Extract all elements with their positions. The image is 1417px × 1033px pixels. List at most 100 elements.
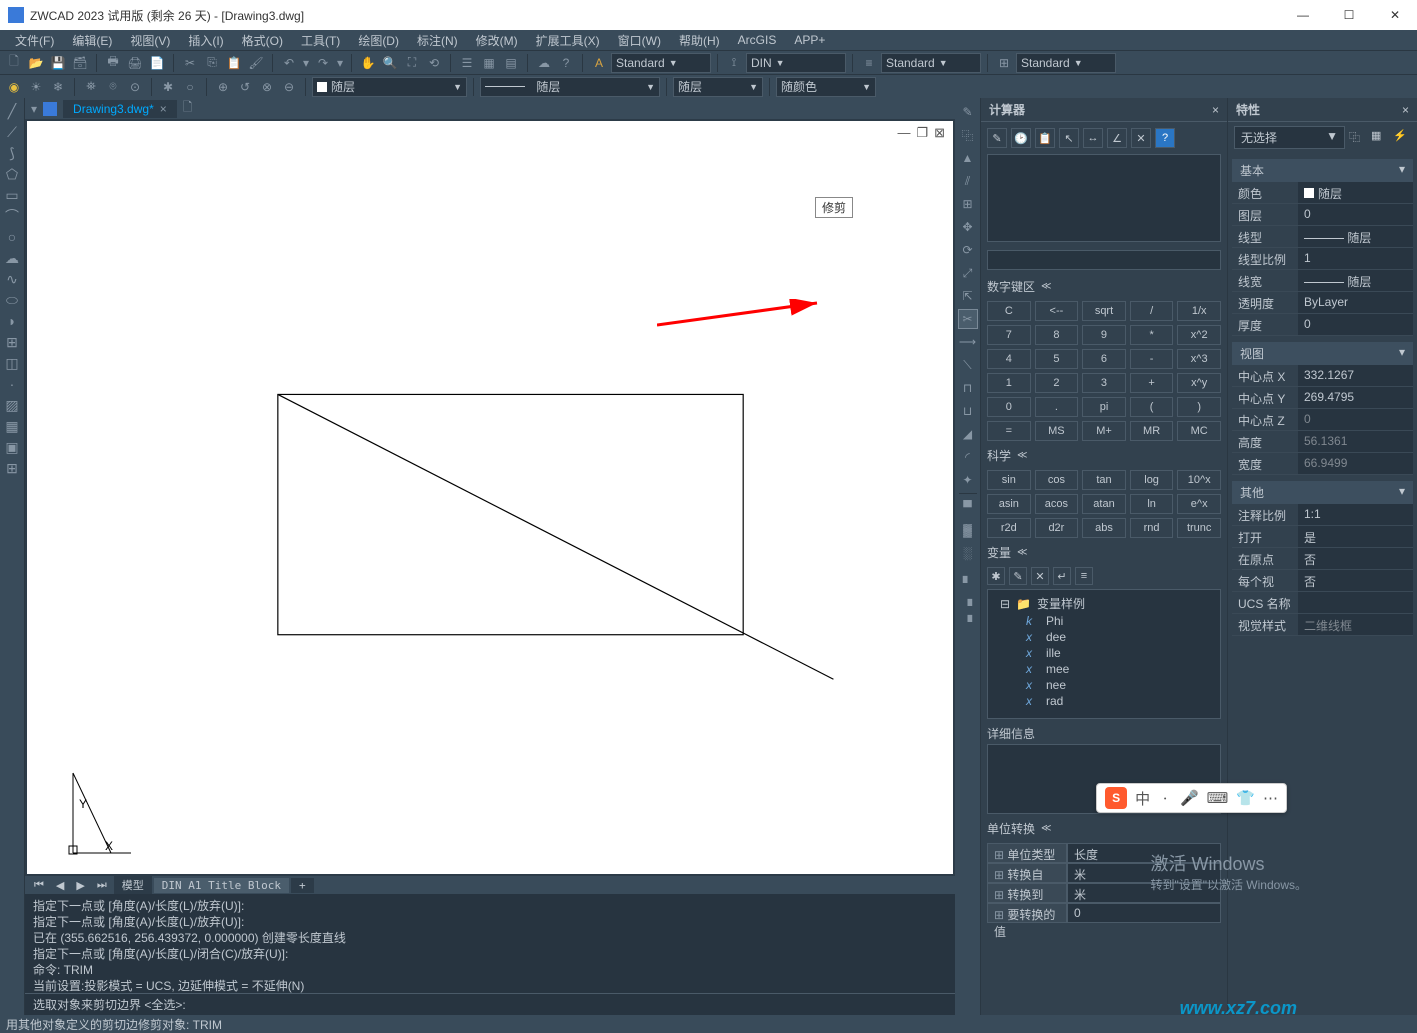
close-tab-icon[interactable]: × xyxy=(160,102,167,116)
key-e^x[interactable]: e^x xyxy=(1177,494,1221,514)
layer-cur-icon[interactable]: ⊗ xyxy=(257,77,277,97)
key-rnd[interactable]: rnd xyxy=(1130,518,1174,538)
prop-row[interactable]: 中心点 Y269.4795 xyxy=(1232,387,1413,409)
doc-tab-drawing3[interactable]: Drawing3.dwg* × xyxy=(63,100,177,118)
prop-row[interactable]: 图层0 xyxy=(1232,204,1413,226)
layout-tab-a1[interactable]: DIN A1 Title Block xyxy=(154,878,289,893)
prop-quick-icon[interactable]: ▦ xyxy=(1371,129,1389,147)
layer-off-icon[interactable]: ○ xyxy=(180,77,200,97)
var-send-icon[interactable]: ↵ xyxy=(1053,567,1071,585)
key-acos[interactable]: acos xyxy=(1035,494,1079,514)
undo-icon[interactable]: ↶ xyxy=(279,53,299,73)
tree-item[interactable]: kPhi xyxy=(992,613,1216,629)
modify-tool-a-icon[interactable]: ▀ xyxy=(958,497,978,517)
calc-getpoint-icon[interactable]: ↖ xyxy=(1059,128,1079,148)
offset-icon[interactable]: ⫽ xyxy=(958,171,978,191)
saveall-icon[interactable]: 🗃 xyxy=(70,53,90,73)
key-abs[interactable]: abs xyxy=(1082,518,1126,538)
menu-tools[interactable]: 工具(T) xyxy=(292,32,349,49)
menu-window[interactable]: 窗口(W) xyxy=(609,32,670,49)
menu-dim[interactable]: 标注(N) xyxy=(408,32,467,49)
var-new-icon[interactable]: ✱ xyxy=(987,567,1005,585)
key-x^2[interactable]: x^2 xyxy=(1177,325,1221,345)
region-icon[interactable]: ▣ xyxy=(2,438,22,456)
prop-row[interactable]: 颜色随层 xyxy=(1232,182,1413,204)
undo-dropdown-icon[interactable]: ▾ xyxy=(301,53,311,73)
key-7[interactable]: 7 xyxy=(987,325,1031,345)
layer-states-icon[interactable]: ☀ xyxy=(26,77,46,97)
mlstyle-dropdown[interactable]: Standard▼ xyxy=(881,53,981,73)
tree-root[interactable]: ⊟📁变量样例 xyxy=(992,594,1216,613)
menu-modify[interactable]: 修改(M) xyxy=(467,32,527,49)
cloud-icon[interactable]: ☁ xyxy=(534,53,554,73)
insert-block-icon[interactable]: ⊞ xyxy=(2,333,22,351)
key-MR[interactable]: MR xyxy=(1130,421,1174,441)
polygon-icon[interactable]: ⬠ xyxy=(2,165,22,183)
hatch-icon[interactable]: ▨ xyxy=(2,396,22,414)
var-tree[interactable]: ⊟📁变量样例 kPhixdeexillexmeexneexrad xyxy=(987,589,1221,719)
menu-view[interactable]: 视图(V) xyxy=(121,32,179,49)
point-icon[interactable]: · xyxy=(2,375,22,393)
help-icon[interactable]: ? xyxy=(556,53,576,73)
drawing-canvas[interactable]: — ❐ ⊠ Y X xyxy=(27,121,953,874)
key-trunc[interactable]: trunc xyxy=(1177,518,1221,538)
prop-row[interactable]: 在原点显...否 xyxy=(1232,548,1413,570)
key-sin[interactable]: sin xyxy=(987,470,1031,490)
make-block-icon[interactable]: ◫ xyxy=(2,354,22,372)
key-M+[interactable]: M+ xyxy=(1082,421,1126,441)
redo-icon[interactable]: ↷ xyxy=(313,53,333,73)
menu-draw[interactable]: 绘图(D) xyxy=(349,32,408,49)
tablestyle-dropdown[interactable]: Standard▼ xyxy=(1016,53,1116,73)
prop-row[interactable]: 线型比例1 xyxy=(1232,248,1413,270)
maximize-button[interactable]: ☐ xyxy=(1335,8,1363,22)
key-d2r[interactable]: d2r xyxy=(1035,518,1079,538)
prop-row[interactable]: 线宽 随层 xyxy=(1232,270,1413,292)
key-1[interactable]: 1 xyxy=(987,373,1031,393)
prop-row[interactable]: 宽度66.9499 xyxy=(1232,453,1413,475)
save-icon[interactable]: 💾 xyxy=(48,53,68,73)
tree-item[interactable]: xmee xyxy=(992,661,1216,677)
layer-copy-icon[interactable]: ⊖ xyxy=(279,77,299,97)
modify-tool-c-icon[interactable]: ░ xyxy=(958,543,978,563)
key-=[interactable]: = xyxy=(987,421,1031,441)
layer-uniso-icon[interactable]: ⊙ xyxy=(125,77,145,97)
copy-icon[interactable]: ⎘ xyxy=(202,53,222,73)
key-sqrt[interactable]: sqrt xyxy=(1082,301,1126,321)
key-2[interactable]: 2 xyxy=(1035,373,1079,393)
menu-express[interactable]: 扩展工具(X) xyxy=(527,32,609,49)
var-header[interactable]: 变量≪ xyxy=(987,544,1221,561)
layer-dropdown[interactable]: 随层▼ xyxy=(312,77,467,97)
paste-icon[interactable]: 📋 xyxy=(224,53,244,73)
arc-icon[interactable]: ⌒ xyxy=(2,207,22,225)
key-9[interactable]: 9 xyxy=(1082,325,1126,345)
layer-tool3-icon[interactable]: ❄ xyxy=(48,77,68,97)
rectangle-icon[interactable]: ▭ xyxy=(2,186,22,204)
layout-first-icon[interactable]: ⏮ xyxy=(29,879,49,892)
prop-section-view[interactable]: 视图▾ xyxy=(1232,342,1413,365)
tree-item[interactable]: xdee xyxy=(992,629,1216,645)
match-prop-icon[interactable]: 🖌 xyxy=(246,53,266,73)
revcloud-icon[interactable]: ☁ xyxy=(2,249,22,267)
tree-item[interactable]: xnee xyxy=(992,677,1216,693)
menu-edit[interactable]: 编辑(E) xyxy=(63,32,121,49)
key-10^x[interactable]: 10^x xyxy=(1177,470,1221,490)
command-input[interactable]: 选取对象来剪切边界 <全选>: xyxy=(25,993,955,1015)
ime-punct-icon[interactable]: ㆍ xyxy=(1158,788,1172,809)
move-icon[interactable]: ✥ xyxy=(958,217,978,237)
menu-format[interactable]: 格式(O) xyxy=(233,32,292,49)
prop-row[interactable]: 注释比例1:1 xyxy=(1232,504,1413,526)
calc-history-icon[interactable]: 🕑 xyxy=(1011,128,1031,148)
key-MS[interactable]: MS xyxy=(1035,421,1079,441)
prop-flash-icon[interactable]: ⚡ xyxy=(1393,129,1411,147)
key-6[interactable]: 6 xyxy=(1082,349,1126,369)
key-3[interactable]: 3 xyxy=(1082,373,1126,393)
unit-row[interactable]: ⊞ 要转换的值0 xyxy=(987,903,1221,923)
zoom-window-icon[interactable]: ⛶ xyxy=(402,53,422,73)
layer-prev-icon[interactable]: ↺ xyxy=(235,77,255,97)
linetype-dropdown[interactable]: 随层▼ xyxy=(480,77,660,97)
prop-pick-icon[interactable]: ⿻ xyxy=(1349,129,1367,147)
layer-freeze-icon[interactable]: ✱ xyxy=(158,77,178,97)
lineweight-dropdown[interactable]: 随层▼ xyxy=(673,77,763,97)
key-cos[interactable]: cos xyxy=(1035,470,1079,490)
design-center-icon[interactable]: ▦ xyxy=(479,53,499,73)
